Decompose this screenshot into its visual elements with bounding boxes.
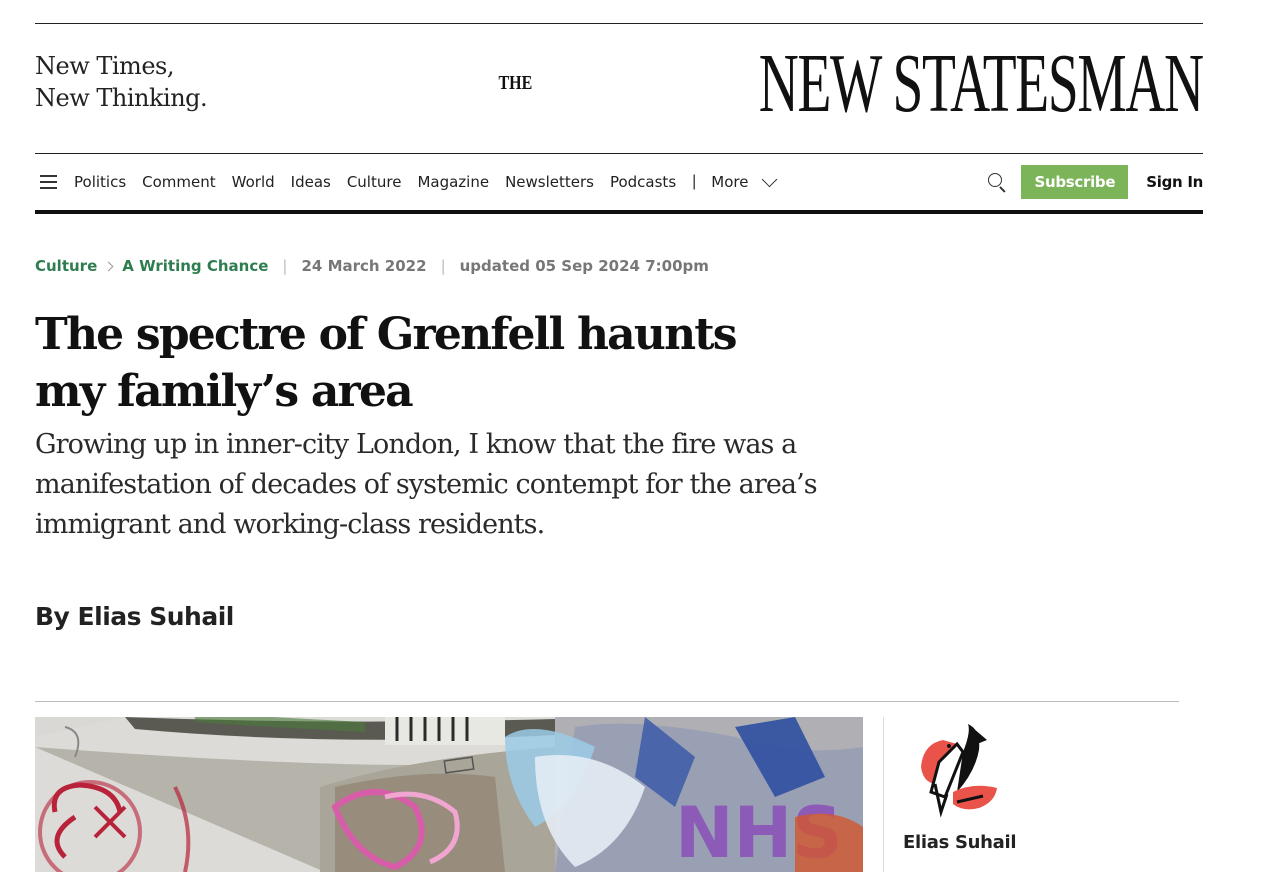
- sidebar-divider: [883, 717, 884, 872]
- meta-separator: |: [282, 257, 288, 275]
- header-rule: [35, 153, 1203, 154]
- article-meta: Culture A Writing Chance | 24 March 2022…: [35, 257, 709, 275]
- nav-separator: |: [692, 173, 697, 190]
- subscribe-button[interactable]: Subscribe: [1021, 165, 1129, 199]
- nav-bottom-rule: [35, 210, 1203, 214]
- article-headline: The spectre of Grenfell haunts my family…: [35, 309, 738, 417]
- nav-item-world[interactable]: World: [232, 173, 275, 191]
- tagline-line-2: New Thinking.: [35, 84, 208, 112]
- nav-item-ideas[interactable]: Ideas: [291, 173, 331, 191]
- menu-icon[interactable]: [40, 175, 57, 189]
- nav-more-button[interactable]: More: [711, 171, 778, 191]
- nav-actions: Subscribe Sign In: [988, 164, 1203, 200]
- nav-item-politics[interactable]: Politics: [74, 173, 126, 191]
- nav-more-label: More: [711, 173, 749, 191]
- nav-item-culture[interactable]: Culture: [347, 173, 402, 191]
- publish-date: 24 March 2022: [301, 257, 427, 275]
- nav-item-podcasts[interactable]: Podcasts: [610, 173, 676, 191]
- nav-item-newsletters[interactable]: Newsletters: [505, 173, 594, 191]
- article-byline[interactable]: By Elias Suhail: [35, 602, 234, 631]
- section-divider: [35, 701, 1179, 702]
- chevron-right-icon: [103, 261, 114, 271]
- tagline-line-1: New Times,: [35, 52, 174, 80]
- author-card-name[interactable]: Elias Suhail: [903, 832, 1017, 853]
- site-tagline: New Times, New Thinking.: [35, 50, 208, 114]
- breadcrumb-culture[interactable]: Culture: [35, 257, 97, 275]
- search-icon[interactable]: [988, 173, 1007, 193]
- chevron-down-icon: [762, 171, 778, 187]
- main-nav: Politics Comment World Ideas Culture Mag…: [35, 164, 1203, 200]
- article-standfirst: Growing up in inner-city London, I know …: [35, 429, 818, 540]
- breadcrumb-a-writing-chance[interactable]: A Writing Chance: [122, 257, 268, 275]
- hero-image: NHS: [35, 717, 863, 872]
- updated-date: updated 05 Sep 2024 7:00pm: [459, 257, 709, 275]
- meta-separator: |: [440, 257, 446, 275]
- nav-item-comment[interactable]: Comment: [142, 173, 216, 191]
- logo-the: THE: [498, 72, 533, 94]
- top-rule: [35, 23, 1203, 24]
- sign-in-link[interactable]: Sign In: [1146, 173, 1203, 191]
- logo-wordmark: NEW STATESMAN: [758, 37, 1204, 130]
- author-illustration[interactable]: [913, 722, 1005, 822]
- nav-item-magazine[interactable]: Magazine: [417, 173, 489, 191]
- site-logo[interactable]: THE NEW STATESMAN: [490, 37, 1204, 130]
